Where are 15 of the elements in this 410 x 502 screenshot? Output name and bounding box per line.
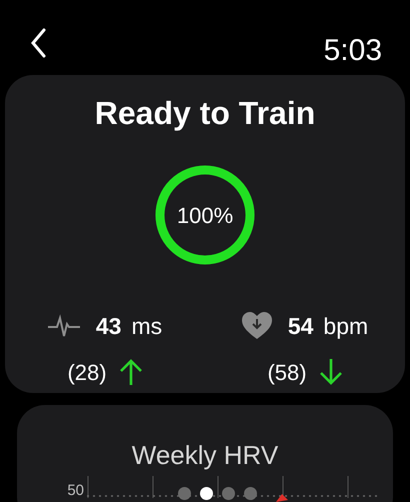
metric-value: 43 <box>96 312 122 341</box>
data-point-mark <box>276 494 288 502</box>
baseline-value: (28) <box>67 358 107 386</box>
metric-value: 54 <box>288 312 314 341</box>
heart-icon <box>242 312 272 340</box>
down-arrow-icon <box>318 358 343 386</box>
clock-time: 5:03 <box>324 36 382 66</box>
card-title: Ready to Train <box>94 97 316 129</box>
metric-unit: bpm <box>323 312 368 341</box>
axis-label: 50 <box>66 483 85 498</box>
metric-unit: ms <box>131 312 162 341</box>
card-title: Weekly HRV <box>132 442 278 468</box>
baseline-value: (58) <box>267 358 307 386</box>
back-icon[interactable] <box>30 28 46 58</box>
up-arrow-icon <box>118 358 143 386</box>
